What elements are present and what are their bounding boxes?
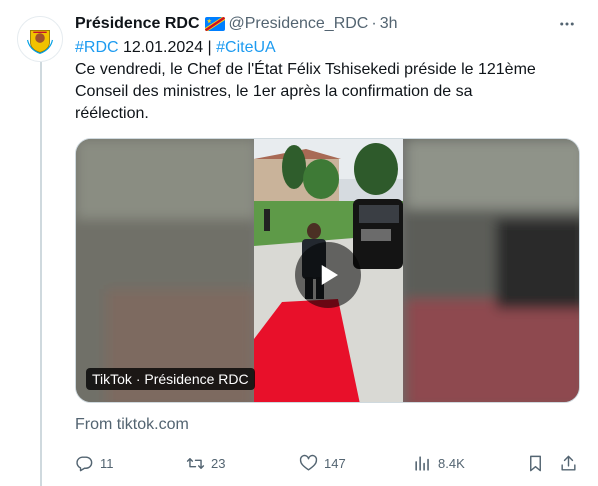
views-count: 8.4K: [438, 455, 465, 471]
retweet-button[interactable]: 23: [186, 452, 225, 474]
coat-of-arms-icon: [18, 17, 62, 61]
hashtag-citeua[interactable]: #CiteUA: [216, 39, 276, 56]
hashtag-rdc[interactable]: #RDC: [75, 39, 119, 56]
tweet-time[interactable]: 3h: [380, 14, 398, 34]
more-horizontal-icon[interactable]: [556, 13, 578, 35]
views-button[interactable]: 8.4K: [413, 452, 465, 474]
play-button[interactable]: [295, 242, 361, 308]
tweet-header: Présidence RDC @Presidence_RDC · 3h: [75, 13, 578, 35]
action-bar: 11 23 147 8.4K: [75, 452, 585, 474]
link-source[interactable]: From tiktok.com: [75, 416, 189, 434]
retweet-count: 23: [211, 455, 226, 471]
separator-dot: ·: [371, 15, 377, 32]
author-handle[interactable]: @Presidence_RDC: [229, 14, 369, 34]
reply-button[interactable]: 11: [75, 452, 114, 474]
video-card[interactable]: TikTok · Présidence RDC: [75, 138, 580, 403]
views-chart-icon: [415, 455, 429, 471]
reply-count: 11: [100, 455, 114, 471]
bookmark-icon: [530, 455, 541, 471]
tweet-text-line-4: réélection.: [75, 105, 149, 122]
avatar[interactable]: [17, 16, 63, 62]
tweet-text: #RDC 12.01.2024 | #CiteUA Ce vendredi, l…: [75, 37, 580, 125]
share-icon: [561, 455, 576, 471]
retweet-icon: [186, 457, 205, 469]
reply-icon: [76, 455, 93, 471]
drc-flag-icon: [204, 17, 225, 31]
thread-line: [40, 62, 42, 486]
like-count: 147: [324, 455, 346, 471]
tweet-text-line-1: #RDC 12.01.2024 | #CiteUA: [75, 37, 580, 59]
tweet-text-line-2: Ce vendredi, le Chef de l'État Félix Tsh…: [75, 61, 536, 78]
share-button[interactable]: [559, 452, 584, 474]
tweet-date-text: 12.01.2024 |: [118, 39, 217, 56]
play-icon: [321, 265, 338, 285]
author-name[interactable]: Présidence RDC: [75, 14, 200, 34]
like-button[interactable]: 147: [299, 452, 346, 474]
media-badge: TikTok · Présidence RDC: [86, 368, 255, 390]
tweet-text-line-3: Conseil des ministres, le 1er après la c…: [75, 83, 473, 100]
heart-icon: [299, 454, 318, 471]
bookmark-button[interactable]: [526, 452, 551, 474]
